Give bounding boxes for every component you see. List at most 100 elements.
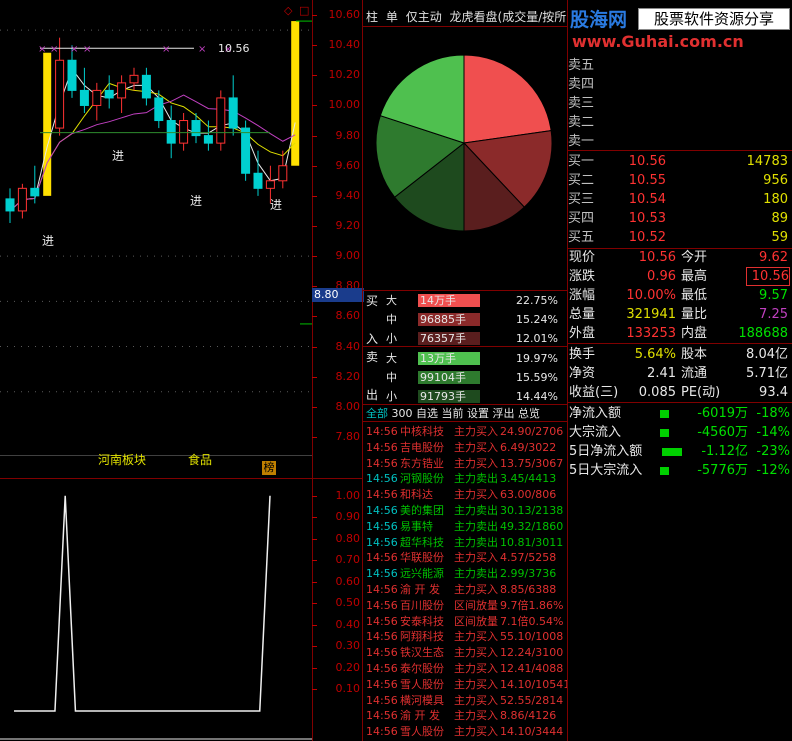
pie-slice [463, 54, 552, 144]
ticker-tab-all[interactable]: 全部 [366, 407, 388, 420]
price-tick-label: 9.80 [335, 128, 361, 142]
ticker-tab-float[interactable]: 浮出 [493, 407, 515, 420]
net-flow-row: 大宗流入 -4560万 -14% [568, 423, 792, 442]
ticker-row[interactable]: 14:56 安泰科技 区间放量 7.1倍0.54% [364, 614, 568, 629]
indicator-chart[interactable] [0, 479, 312, 741]
close-icon[interactable]: □ [299, 4, 309, 17]
ticker-row[interactable]: 14:56 河钢股份 主力卖出 3.45/4413 [364, 471, 568, 486]
out-label: 出 [366, 388, 379, 402]
ticker-tab-settings[interactable]: 设置 [467, 407, 489, 420]
ticker-row[interactable]: 14:56 远兴能源 主力卖出 2.99/3736 [364, 566, 568, 581]
ticker-row[interactable]: 14:56 美的集团 主力卖出 30.13/2138 [364, 503, 568, 518]
low-label: 最低 [681, 288, 708, 303]
candle-body [278, 165, 288, 182]
brand-url[interactable]: www.Guhai.com.cn [572, 32, 744, 51]
signal-marker: × [70, 44, 78, 55]
candle-body [5, 198, 15, 212]
ticker-stock-name: 安泰科技 [400, 614, 444, 628]
ticker-row[interactable]: 14:56 和科达 主力买入 63.00/806 [364, 487, 568, 502]
ticker-row[interactable]: 14:56 泰尔股份 主力买入 12.41/4088 [364, 661, 568, 676]
ticker-time: 14:56 [366, 519, 398, 533]
ticker-action: 主力卖出 [454, 504, 498, 517]
net-flow-label: 大宗流入 [569, 425, 622, 440]
diamond-icon[interactable]: ◇ [284, 4, 292, 17]
ticker-action: 主力买入 [454, 709, 498, 723]
flow-row: 中 99104手 15.59% [384, 369, 566, 386]
net-flow-pct: -12% [756, 463, 790, 478]
tab-active-only[interactable]: 仅主动 [406, 10, 442, 24]
ticker-row[interactable]: 14:56 百川股份 区间放量 9.7倍1.86% [364, 598, 568, 613]
ticker-row[interactable]: 14:56 吉电股份 主力买入 6.49/3022 [364, 440, 568, 455]
indicator-tick-label: 0.50 [335, 596, 361, 610]
limit-up-bar [291, 21, 300, 166]
ticker-action: 主力买入 [454, 425, 498, 438]
ticker-action: 主力买入 [454, 456, 498, 470]
ask-label: 卖三 [568, 96, 595, 111]
tab-dragon-tiger[interactable]: 龙虎看盘(成交量/按所有 [450, 10, 566, 24]
flow-amount: 96885手 [420, 313, 466, 326]
ticker-stock-name: 雪人股份 [400, 677, 444, 691]
ticker-time: 14:56 [366, 488, 398, 502]
open-label: 今开 [681, 250, 708, 265]
ticker-action: 主力买入 [454, 725, 498, 739]
flow-amount: 13万手 [420, 352, 456, 365]
ticker-detail: 30.13/2138 [500, 504, 564, 517]
tab-single[interactable]: 单 [386, 10, 398, 24]
ticker-detail: 8.86/4126 [500, 709, 557, 723]
ticker-row[interactable]: 14:56 华联股份 主力买入 4.57/5258 [364, 550, 568, 565]
price-tick-mark [312, 376, 317, 378]
ticker-stock-name: 阿翔科技 [400, 630, 444, 644]
ticker-stock-name: 雪人股份 [400, 725, 444, 739]
ratio-label: 量比 [681, 307, 708, 322]
ticker-row[interactable]: 14:56 易事特 主力卖出 49.32/1860 [364, 519, 568, 534]
bid-row: 买三 10.54 180 [568, 190, 790, 209]
ticker-row[interactable]: 14:56 阿翔科技 主力买入 55.10/1008 [364, 629, 568, 644]
flow-row: 小 76357手 12.01% [384, 330, 566, 347]
ticker-time: 14:56 [366, 693, 398, 707]
ticker-row[interactable]: 14:56 雪人股份 主力买入 14.10/10541 [364, 677, 568, 692]
ticker-row[interactable]: 14:56 铁汉生态 主力买入 12.24/3100 [364, 645, 568, 660]
ticker-row[interactable]: 14:56 渝 开 发 主力买入 8.85/6388 [364, 582, 568, 597]
ticker-row[interactable]: 14:56 横河模具 主力买入 52.55/2814 [364, 693, 568, 708]
flow-pct: 14.44% [516, 390, 558, 403]
kline-panel[interactable]: × × × × × × × [0, 0, 312, 452]
ticker-tab-overview[interactable]: 总览 [518, 407, 540, 420]
ticker-detail: 49.32/1860 [500, 519, 564, 533]
ask-row: 卖一 [568, 132, 790, 151]
flow-row: 大 13万手 19.97% [384, 350, 566, 367]
price-tick-mark [312, 105, 317, 107]
price-tick-label: 9.40 [335, 188, 361, 202]
ticker-row[interactable]: 14:56 超华科技 主力卖出 10.81/3011 [364, 535, 568, 550]
outer-label: 外盘 [569, 326, 596, 341]
shares-label: 股本 [681, 347, 708, 362]
ticker-detail: 2.99/3736 [500, 567, 557, 581]
candle-body [55, 59, 65, 129]
rank-tag[interactable]: 榜 [262, 461, 276, 475]
price-tick-mark [312, 135, 317, 137]
buy-signal-label: 进 [42, 234, 55, 248]
industry-tab[interactable]: 食品 [188, 451, 212, 468]
ticker-row[interactable]: 14:56 渝 开 发主力买入 8.86/4126 [364, 708, 568, 723]
tab-bar[interactable]: 柱 [366, 10, 378, 24]
ticker-tab-watchlist[interactable]: 自选 [416, 407, 438, 420]
ticker-row[interactable]: 14:56 中核科技 主力买入 24.90/2706 [364, 424, 568, 439]
ticker-action: 主力买入 [454, 693, 498, 707]
net-flow-bar [662, 448, 682, 456]
flow-pct: 15.24% [516, 313, 558, 326]
flow-size-label: 小 [386, 390, 397, 403]
divider [568, 343, 792, 344]
signal-marker: × [198, 44, 206, 55]
ticker-row[interactable]: 14:56 雪人股份 主力买入 14.10/3444 [364, 724, 568, 739]
ticker-tab-current[interactable]: 当前 [442, 407, 464, 420]
sector-tab[interactable]: 河南板块 [98, 451, 146, 468]
moving-average-line [9, 82, 296, 212]
kline-chart[interactable]: × × × × × × × [0, 0, 312, 452]
flow-pct: 19.97% [516, 352, 558, 365]
ticker-time: 14:56 [366, 598, 398, 612]
net-flow-pct: -18% [756, 406, 790, 421]
ticker-row[interactable]: 14:56 东方锆业 主力买入 13.75/3067 [364, 456, 568, 471]
price-tick-mark [312, 165, 317, 167]
ticker-tab-300[interactable]: 300 [392, 407, 413, 420]
net-flow-pct: -14% [756, 425, 790, 440]
indicator-tick-mark [312, 517, 317, 519]
